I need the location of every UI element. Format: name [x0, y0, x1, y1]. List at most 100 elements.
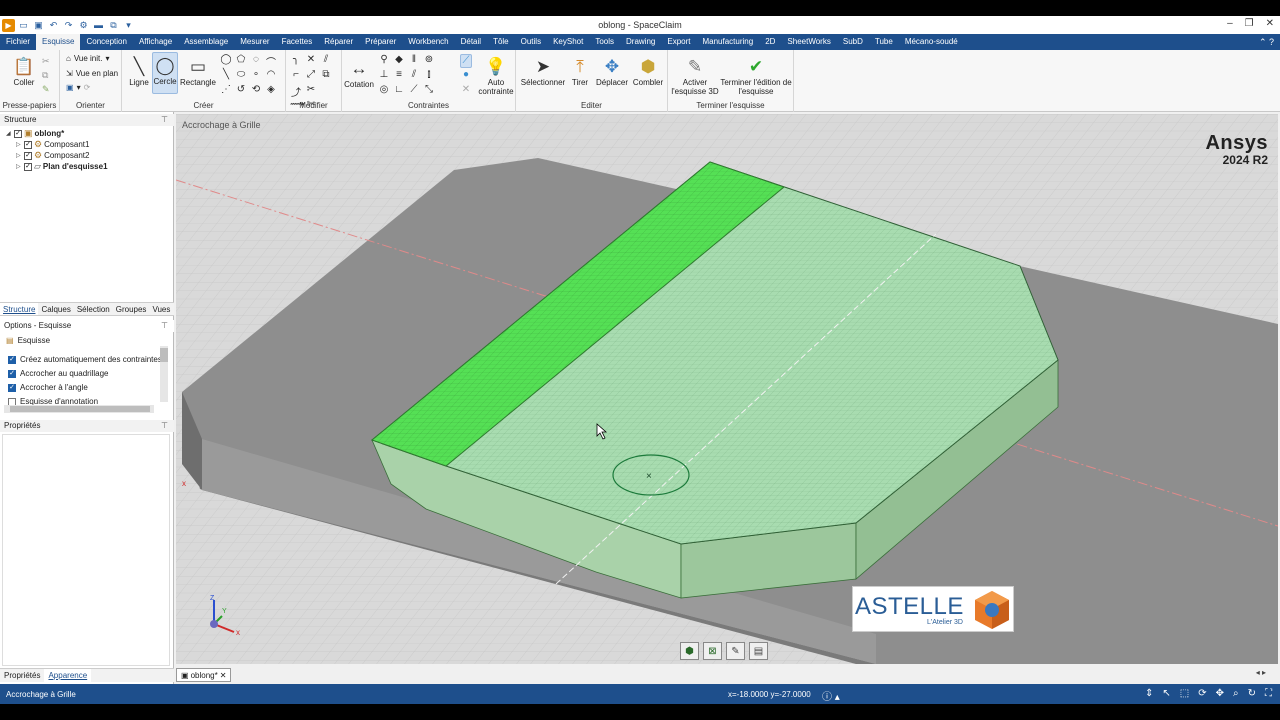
dimension-button[interactable]: ↔ Cotation	[342, 56, 376, 90]
show-constraints-icon[interactable]: ⟋	[460, 54, 472, 68]
pull-button[interactable]: ⤒ Tirer	[568, 54, 592, 88]
option-auto-constraints[interactable]: ✓ Créez automatiquement des contraintes	[8, 355, 162, 364]
spline-icon[interactable]: ⌒	[265, 54, 277, 69]
ellipse-small-icon[interactable]: ⬭	[235, 69, 247, 83]
tab-properties[interactable]: Propriétés	[0, 669, 44, 682]
home-view-button[interactable]: ⌂ Vue init. ▾	[66, 54, 109, 63]
3d-viewport[interactable]: × x Accrochage à Grille Z Y x Ansys 2024…	[176, 114, 1278, 664]
fill-button[interactable]: ⬢ Combler	[630, 54, 666, 88]
project-icon[interactable]: ⧉	[320, 69, 332, 83]
rotate-view-icon[interactable]: ⟳	[1198, 688, 1206, 699]
view-cube-button[interactable]: ▣ ▾ ⟳	[66, 83, 90, 92]
tab-scroll-controls[interactable]: ◂ ▸	[1256, 668, 1266, 677]
menu-preparer[interactable]: Préparer	[359, 34, 402, 50]
point-icon[interactable]: ∘	[250, 69, 262, 83]
menu-keyshot[interactable]: KeyShot	[547, 34, 589, 50]
delete-constraints-icon[interactable]: ✕	[460, 84, 472, 98]
menu-2d[interactable]: 2D	[759, 34, 781, 50]
undo-icon[interactable]: ↶	[47, 19, 60, 32]
menu-facettes[interactable]: Facettes	[276, 34, 319, 50]
document-tab[interactable]: ▣ oblong* ✕	[176, 668, 232, 682]
menu-affichage[interactable]: Affichage	[133, 34, 178, 50]
midpoint-icon[interactable]: ≡	[393, 69, 405, 83]
maximize-icon[interactable]: ❐	[1245, 18, 1254, 29]
corner-icon[interactable]: ⌐	[290, 69, 302, 83]
tree-item-composant1[interactable]: ▷ ✓ ⚙ Composant1	[6, 139, 108, 150]
rectangle-button[interactable]: ▭ Rectangle	[179, 54, 217, 88]
tab-calques[interactable]: Calques	[38, 303, 73, 315]
ellipse-icon[interactable]: ◯	[220, 54, 232, 68]
cut-icon[interactable]: ✂	[42, 56, 50, 67]
spin-icon[interactable]: ↻	[1248, 688, 1256, 699]
format-painter-icon[interactable]: ✎	[42, 84, 50, 95]
construction-line-icon[interactable]: ⋰	[220, 84, 232, 98]
pin-icon[interactable]: ⊤	[161, 114, 168, 126]
collapse-icon[interactable]: ▷	[16, 152, 22, 159]
bend-icon[interactable]: ⤴	[290, 84, 302, 99]
option-snap-angle[interactable]: ✓ Accrocher à l'angle	[8, 383, 88, 392]
close-icon[interactable]: ✕	[1266, 18, 1274, 29]
option-snap-grid[interactable]: ✓ Accrocher au quadrillage	[8, 369, 109, 378]
menu-export[interactable]: Export	[661, 34, 696, 50]
visibility-checkbox[interactable]: ✓	[14, 129, 22, 138]
trim-icon[interactable]: ✕	[305, 54, 317, 68]
copy-icon[interactable]: ⧉	[107, 19, 120, 32]
tree-root[interactable]: ◢ ✓ ▣ oblong*	[6, 128, 108, 139]
section-mode-icon[interactable]: ▤	[749, 642, 768, 660]
checkbox[interactable]: ✓	[8, 369, 16, 378]
fillet-icon[interactable]: ╮	[290, 54, 302, 68]
menu-mecano-soude[interactable]: Mécano-soudé	[899, 34, 964, 50]
paste-button[interactable]: 📋 Coller	[6, 54, 42, 88]
tab-selection[interactable]: Sélection	[74, 303, 113, 315]
horizontal-icon[interactable]: ⊥	[378, 69, 390, 83]
auto-constraint-button[interactable]: 💡 Auto contrainte	[478, 54, 514, 97]
spaceclaim-logo-icon[interactable]: ▶	[2, 18, 15, 32]
menu-tools[interactable]: Tools	[589, 34, 620, 50]
pan-icon[interactable]: ✥	[1216, 688, 1224, 699]
settings-icon[interactable]: ⚙	[77, 19, 90, 32]
collinear-icon[interactable]: ⟋	[408, 84, 420, 98]
circle-button[interactable]: ◯ Cercle	[152, 52, 178, 94]
sweep-arc-icon[interactable]: ↺	[235, 84, 247, 98]
menu-subd[interactable]: SubD	[837, 34, 869, 50]
concentric-icon[interactable]: ⊚	[423, 54, 435, 68]
menu-sheetworks[interactable]: SheetWorks	[781, 34, 836, 50]
collapse-icon[interactable]: ▷	[16, 163, 22, 170]
line-button[interactable]: ╲ Ligne	[126, 54, 152, 88]
visibility-checkbox[interactable]: ✓	[24, 140, 32, 149]
tab-groupes[interactable]: Groupes	[113, 303, 150, 315]
circle-3pt-icon[interactable]: ◌	[250, 54, 262, 68]
sketch-grid-icon[interactable]: ⊠	[703, 642, 722, 660]
split-icon[interactable]: ✂	[305, 84, 317, 98]
fix-icon[interactable]: ◆	[393, 54, 405, 68]
close-tab-icon[interactable]: ✕	[220, 671, 227, 680]
options-scrollbar[interactable]	[160, 346, 168, 402]
visibility-checkbox[interactable]: ✓	[24, 162, 32, 171]
redo-icon[interactable]: ↷	[62, 19, 75, 32]
constraint-dot-icon[interactable]: ●	[460, 69, 472, 83]
fit-icon[interactable]: ⛶	[1265, 688, 1272, 699]
options-hscrollbar[interactable]	[4, 405, 154, 413]
parallel-icon[interactable]: ⫽	[408, 69, 420, 83]
menu-workbench[interactable]: Workbench	[402, 34, 454, 50]
info-icon[interactable]: ⓘ ▴	[822, 688, 840, 703]
perpendicular-icon[interactable]: ∟	[393, 84, 405, 98]
coincident-icon[interactable]: ⚲	[378, 54, 390, 68]
open-folder-icon[interactable]: ▭	[17, 19, 30, 32]
face-curve-icon[interactable]: ◈	[265, 84, 277, 98]
select-mode-icon[interactable]: ↖	[1162, 688, 1170, 699]
menu-manufacturing[interactable]: Manufacturing	[696, 34, 759, 50]
symmetric-icon[interactable]: ⤡	[423, 84, 435, 98]
expand-icon[interactable]: ◢	[6, 130, 12, 137]
activate-3d-sketch-button[interactable]: ✎ Activer l'esquisse 3D	[670, 54, 720, 97]
plan-view-button[interactable]: ⇲ Vue en plan	[66, 69, 118, 78]
scale-icon[interactable]	[320, 84, 332, 98]
menu-fichier[interactable]: Fichier	[0, 34, 36, 50]
menu-conception[interactable]: Conception	[80, 34, 132, 50]
polygon-icon[interactable]: ⬠	[235, 54, 247, 68]
offset-icon[interactable]: ⫽	[320, 54, 332, 68]
pin-icon[interactable]: ⊤	[161, 320, 168, 332]
equal-icon[interactable]: ⫾	[423, 69, 435, 83]
zoom-icon[interactable]: ⌕	[1233, 688, 1239, 699]
move-button[interactable]: ✥ Déplacer	[594, 54, 630, 88]
